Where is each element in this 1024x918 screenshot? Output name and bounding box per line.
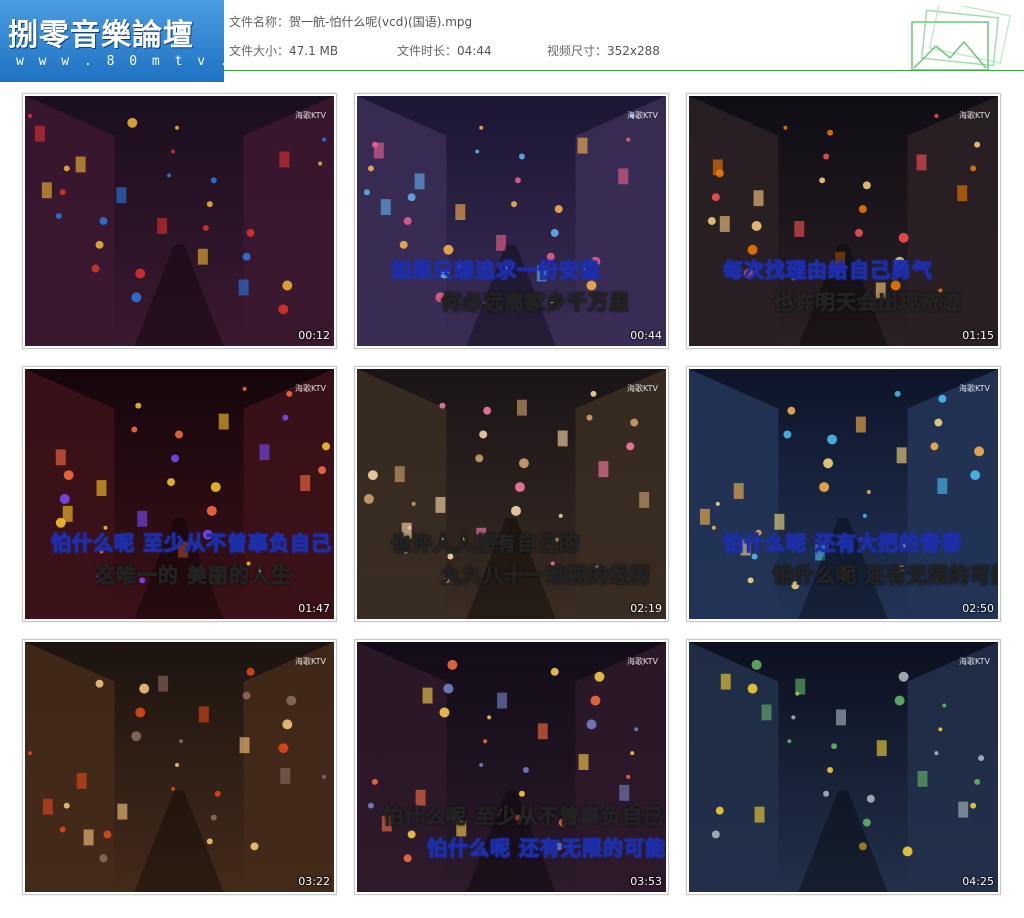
lyric-line: 怕什么呢 还有无限的可能	[427, 836, 666, 861]
ktv-watermark: 海歌KTV	[627, 111, 658, 120]
thumbnail-timestamp: 04:25	[962, 875, 994, 888]
video-thumbnail[interactable]: 海歌KTV 怕什么呢 至少从不曾辜负自己 这唯一的 美丽的人生 01:47	[22, 366, 337, 622]
lyric-line: 这唯一的 美丽的人生	[95, 563, 292, 588]
thumbnail-timestamp: 03:53	[630, 875, 662, 888]
thumbnail-timestamp: 02:50	[962, 602, 994, 615]
lyric-line: 怕什么呢 还有大把的青春	[723, 531, 962, 556]
lyric-line: 也许人人都有自己的	[391, 531, 580, 556]
video-thumbnail[interactable]: 海歌KTV 怕什么呢 至少从不曾辜负自己怕什么呢 还有无限的可能 03:53	[354, 639, 669, 895]
thumbnail-frame: 海歌KTV 怕什么呢 至少从不曾辜负自己 这唯一的 美丽的人生 01:47	[25, 369, 334, 619]
thumbnail-frame: 海歌KTV 怕什么呢 至少从不曾辜负自己怕什么呢 还有无限的可能 03:53	[357, 642, 666, 892]
ktv-watermark: 海歌KTV	[959, 111, 990, 120]
ktv-watermark: 海歌KTV	[295, 111, 326, 120]
lyric-line: 也许明天会出现奇迹	[773, 290, 962, 315]
street-scene-image	[25, 642, 334, 892]
ktv-watermark: 海歌KTV	[295, 657, 326, 666]
thumbnail-frame: 海歌KTV 03:22	[25, 642, 334, 892]
video-thumbnail[interactable]: 海歌KTV 04:25	[686, 639, 1001, 895]
thumbnail-frame: 海歌KTV 如果只想追求一份安稳何必远离家乡千万里 00:44	[357, 96, 666, 346]
lyric-line: 九九八十一难要的经历	[441, 563, 651, 588]
lyric-line: 何必远离家乡千万里	[441, 290, 630, 315]
thumbnail-frame: 海歌KTV 04:25	[689, 642, 998, 892]
thumbnail-frame: 海歌KTV 怕什么呢 还有大把的青春怕什么呢 还有无限的可能 02:50	[689, 369, 998, 619]
ktv-watermark: 海歌KTV	[627, 384, 658, 393]
video-thumbnail[interactable]: 海歌KTV 也许人人都有自己的九九八十一难要的经历 02:19	[354, 366, 669, 622]
lyric-line: 怕什么呢 还有无限的可能	[773, 563, 998, 588]
thumbnail-frame: 海歌KTV 00:12	[25, 96, 334, 346]
lyric-line: 如果只想追求一份安稳	[391, 258, 601, 283]
thumbnail-frame: 海歌KTV 每次找理由给自己勇气也许明天会出现奇迹 01:15	[689, 96, 998, 346]
thumbnail-timestamp: 00:44	[630, 329, 662, 342]
thumbnail-timestamp: 00:12	[298, 329, 330, 342]
street-scene-image	[25, 96, 334, 346]
thumbnail-grid: 海歌KTV 00:12 海歌KTV 如果只想追求一份安稳 何必远离家乡千万里 00:44 海…	[0, 0, 1024, 918]
ktv-watermark: 海歌KTV	[627, 657, 658, 666]
ktv-watermark: 海歌KTV	[295, 384, 326, 393]
lyric-line: 怕什么呢 至少从不曾辜负自己	[383, 804, 664, 829]
video-thumbnail[interactable]: 海歌KTV 00:12	[22, 93, 337, 349]
thumbnail-frame: 海歌KTV 也许人人都有自己的九九八十一难要的经历 02:19	[357, 369, 666, 619]
thumbnail-timestamp: 02:19	[630, 602, 662, 615]
thumbnail-timestamp: 01:47	[298, 602, 330, 615]
video-thumbnail[interactable]: 海歌KTV 每次找理由给自己勇气也许明天会出现奇迹 01:15	[686, 93, 1001, 349]
lyric-line: 每次找理由给自己勇气	[723, 258, 933, 283]
street-scene-image	[689, 642, 998, 892]
video-thumbnail[interactable]: 海歌KTV 如果只想追求一份安稳何必远离家乡千万里 00:44	[354, 93, 669, 349]
thumbnail-timestamp: 03:22	[298, 875, 330, 888]
video-thumbnail[interactable]: 海歌KTV 03:22	[22, 639, 337, 895]
lyric-line: 怕什么呢 至少从不曾辜负自己	[51, 531, 332, 556]
ktv-watermark: 海歌KTV	[959, 657, 990, 666]
video-thumbnail[interactable]: 海歌KTV 怕什么呢 还有大把的青春怕什么呢 还有无限的可能 02:50	[686, 366, 1001, 622]
thumbnail-timestamp: 01:15	[962, 329, 994, 342]
ktv-watermark: 海歌KTV	[959, 384, 990, 393]
